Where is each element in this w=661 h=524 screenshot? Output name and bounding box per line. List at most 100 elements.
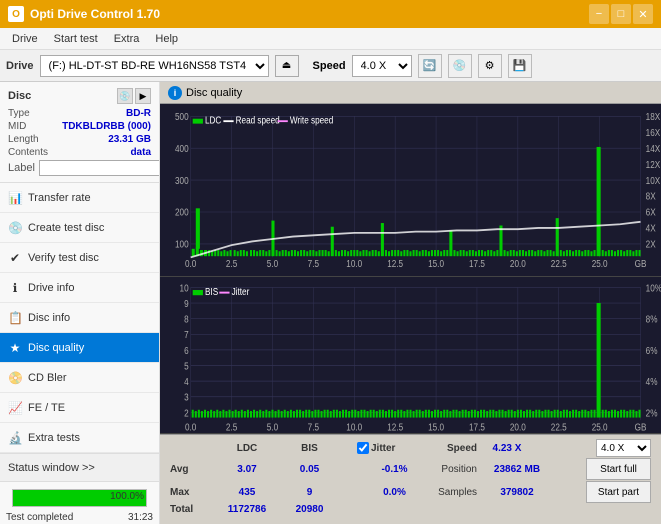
- drive-bar: Drive (F:) HL-DT-ST BD-RE WH16NS58 TST4 …: [0, 50, 661, 82]
- avg-bis: 0.05: [282, 464, 337, 475]
- drive-select[interactable]: (F:) HL-DT-ST BD-RE WH16NS58 TST4: [40, 55, 269, 77]
- sidebar-item-verify-test-disc[interactable]: ✔ Verify test disc: [0, 243, 159, 273]
- max-bis: 9: [282, 487, 337, 498]
- svg-text:10.0: 10.0: [346, 259, 362, 270]
- max-label: Max: [170, 487, 212, 498]
- sidebar-item-extra-tests[interactable]: 🔬 Extra tests: [0, 423, 159, 453]
- save-icon[interactable]: 💾: [508, 54, 532, 78]
- nav-label-create-test-disc: Create test disc: [28, 222, 104, 234]
- total-ldc: 1172786: [212, 504, 282, 515]
- svg-text:12.5: 12.5: [387, 259, 403, 270]
- max-ldc: 435: [212, 487, 282, 498]
- svg-text:3: 3: [184, 392, 189, 403]
- status-window-button[interactable]: Status window >>: [0, 454, 159, 482]
- speed-select[interactable]: 4.0 X: [352, 55, 412, 77]
- sidebar-item-transfer-rate[interactable]: 📊 Transfer rate: [0, 183, 159, 213]
- nav-label-fe-te: FE / TE: [28, 402, 65, 414]
- svg-text:5.0: 5.0: [267, 422, 278, 433]
- avg-speed-val: 4.23 X: [493, 443, 522, 454]
- stats-bar: LDC BIS Jitter Speed 4.23 X 4.0 X: [160, 434, 661, 524]
- nav-label-verify-test-disc: Verify test disc: [28, 252, 99, 264]
- nav-label-transfer-rate: Transfer rate: [28, 192, 91, 204]
- svg-text:12.5: 12.5: [387, 422, 403, 433]
- drive-label: Drive: [6, 60, 34, 72]
- menu-help[interactable]: Help: [147, 31, 186, 47]
- sidebar-item-fe-te[interactable]: 📈 FE / TE: [0, 393, 159, 423]
- drive-info-icon: ℹ: [8, 281, 22, 295]
- menu-bar: Drive Start test Extra Help: [0, 28, 661, 50]
- verify-test-disc-icon: ✔: [8, 251, 22, 265]
- start-full-button[interactable]: Start full: [586, 458, 651, 480]
- svg-text:300: 300: [175, 175, 189, 186]
- menu-drive[interactable]: Drive: [4, 31, 46, 47]
- nav-label-disc-quality: Disc quality: [28, 342, 84, 354]
- sidebar-item-drive-info[interactable]: ℹ Drive info: [0, 273, 159, 303]
- avg-jitter: -0.1%: [357, 464, 432, 475]
- avg-ldc: 3.07: [212, 464, 282, 475]
- position-label: Position: [432, 464, 477, 475]
- sidebar-item-create-test-disc[interactable]: 💿 Create test disc: [0, 213, 159, 243]
- sidebar-item-disc-info[interactable]: 📋 Disc info: [0, 303, 159, 333]
- eject-button[interactable]: ⏏: [275, 55, 299, 77]
- rotate-icon[interactable]: 🔄: [418, 54, 442, 78]
- start-part-button[interactable]: Start part: [586, 481, 651, 503]
- svg-text:15.0: 15.0: [428, 422, 444, 433]
- total-bis: 20980: [282, 504, 337, 515]
- svg-text:200: 200: [175, 207, 189, 218]
- disc-quality-icon: ★: [8, 341, 22, 355]
- svg-text:10.0: 10.0: [346, 422, 362, 433]
- disc-small-icon2[interactable]: ▶: [135, 88, 151, 104]
- total-label: Total: [170, 504, 212, 515]
- menu-extra[interactable]: Extra: [106, 31, 148, 47]
- svg-text:0.0: 0.0: [185, 259, 196, 270]
- svg-text:15.0: 15.0: [428, 259, 444, 270]
- svg-text:22.5: 22.5: [551, 259, 567, 270]
- menu-start-test[interactable]: Start test: [46, 31, 106, 47]
- svg-text:14X: 14X: [646, 143, 661, 154]
- sidebar-item-cd-bler[interactable]: 📀 CD Bler: [0, 363, 159, 393]
- sidebar-item-disc-quality[interactable]: ★ Disc quality: [0, 333, 159, 363]
- svg-text:17.5: 17.5: [469, 422, 485, 433]
- settings-icon[interactable]: ⚙: [478, 54, 502, 78]
- svg-text:7.5: 7.5: [308, 422, 319, 433]
- svg-text:Read speed: Read speed: [236, 115, 280, 126]
- sidebar: Disc 💿 ▶ Type BD-R MID TDKBLDRBB (000) L…: [0, 82, 160, 524]
- svg-text:5: 5: [184, 360, 189, 371]
- svg-text:20.0: 20.0: [510, 259, 526, 270]
- svg-text:100: 100: [175, 239, 189, 250]
- svg-text:0.0: 0.0: [185, 422, 196, 433]
- svg-text:25.0: 25.0: [592, 259, 608, 270]
- svg-text:9: 9: [184, 298, 189, 309]
- close-button[interactable]: ✕: [633, 4, 653, 24]
- cd-bler-icon: 📀: [8, 371, 22, 385]
- nav-label-extra-tests: Extra tests: [28, 432, 80, 444]
- length-label: Length: [8, 134, 39, 145]
- svg-text:20.0: 20.0: [510, 422, 526, 433]
- svg-text:10%: 10%: [646, 282, 661, 293]
- disc-label-label: Label: [8, 162, 35, 174]
- disc-section-title: Disc: [8, 90, 31, 102]
- stats-header-ldc: LDC: [212, 443, 282, 454]
- fe-te-icon: 📈: [8, 401, 22, 415]
- disc-small-icon1[interactable]: 💿: [117, 88, 133, 104]
- disc-icon[interactable]: 💿: [448, 54, 472, 78]
- disc-label-input[interactable]: [39, 160, 160, 176]
- mid-label: MID: [8, 121, 26, 132]
- speed-dropdown[interactable]: 4.0 X: [596, 439, 651, 457]
- disc-panel: Disc 💿 ▶ Type BD-R MID TDKBLDRBB (000) L…: [0, 82, 159, 183]
- svg-text:400: 400: [175, 143, 189, 154]
- disc-info-icon: 📋: [8, 311, 22, 325]
- bottom-chart-svg: 10 9 8 7 6 5 4 3 2 10% 8% 6% 4% 2% 0.0: [160, 277, 661, 433]
- svg-text:6X: 6X: [646, 207, 656, 218]
- status-time: 31:23: [128, 512, 153, 523]
- svg-text:8%: 8%: [646, 313, 658, 324]
- minimize-button[interactable]: −: [589, 4, 609, 24]
- quality-header: i Disc quality: [160, 82, 661, 104]
- jitter-checkbox[interactable]: [357, 442, 369, 454]
- maximize-button[interactable]: □: [611, 4, 631, 24]
- nav-label-drive-info: Drive info: [28, 282, 74, 294]
- svg-text:5.0: 5.0: [267, 259, 278, 270]
- quality-title: Disc quality: [186, 87, 242, 99]
- svg-text:12X: 12X: [646, 159, 661, 170]
- svg-text:2.5: 2.5: [226, 259, 237, 270]
